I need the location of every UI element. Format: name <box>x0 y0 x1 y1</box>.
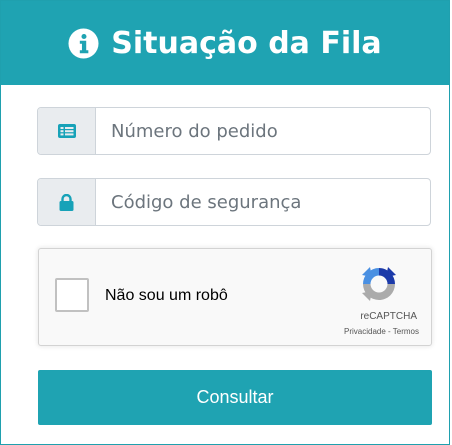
recaptcha-label: Não sou um robô <box>105 287 228 304</box>
security-code-input[interactable] <box>96 179 430 225</box>
consult-button[interactable]: Consultar <box>38 370 432 425</box>
info-circle-icon <box>68 27 99 59</box>
links-separator: - <box>385 327 393 336</box>
recaptcha-logo-icon <box>362 267 396 301</box>
order-number-input[interactable] <box>96 108 430 154</box>
recaptcha-checkbox[interactable] <box>55 278 89 312</box>
panel-header: Situação da Fila <box>1 1 449 85</box>
terms-link[interactable]: Termos <box>393 327 419 336</box>
recaptcha-widget: Não sou um robô reCAPTCHA Privacidade - … <box>38 248 432 346</box>
lock-icon <box>59 193 74 211</box>
security-code-group <box>37 178 431 226</box>
page-title: Situação da Fila <box>111 25 382 61</box>
order-number-addon <box>38 108 96 154</box>
recaptcha-brand: reCAPTCHA <box>360 311 417 322</box>
queue-status-panel: Situação da Fila Não sou um rob <box>0 0 450 445</box>
list-card-icon <box>57 124 76 138</box>
privacy-link[interactable]: Privacidade <box>344 327 386 336</box>
security-code-addon <box>38 179 96 225</box>
order-number-group <box>37 107 431 155</box>
recaptcha-links: Privacidade - Termos <box>299 327 419 336</box>
